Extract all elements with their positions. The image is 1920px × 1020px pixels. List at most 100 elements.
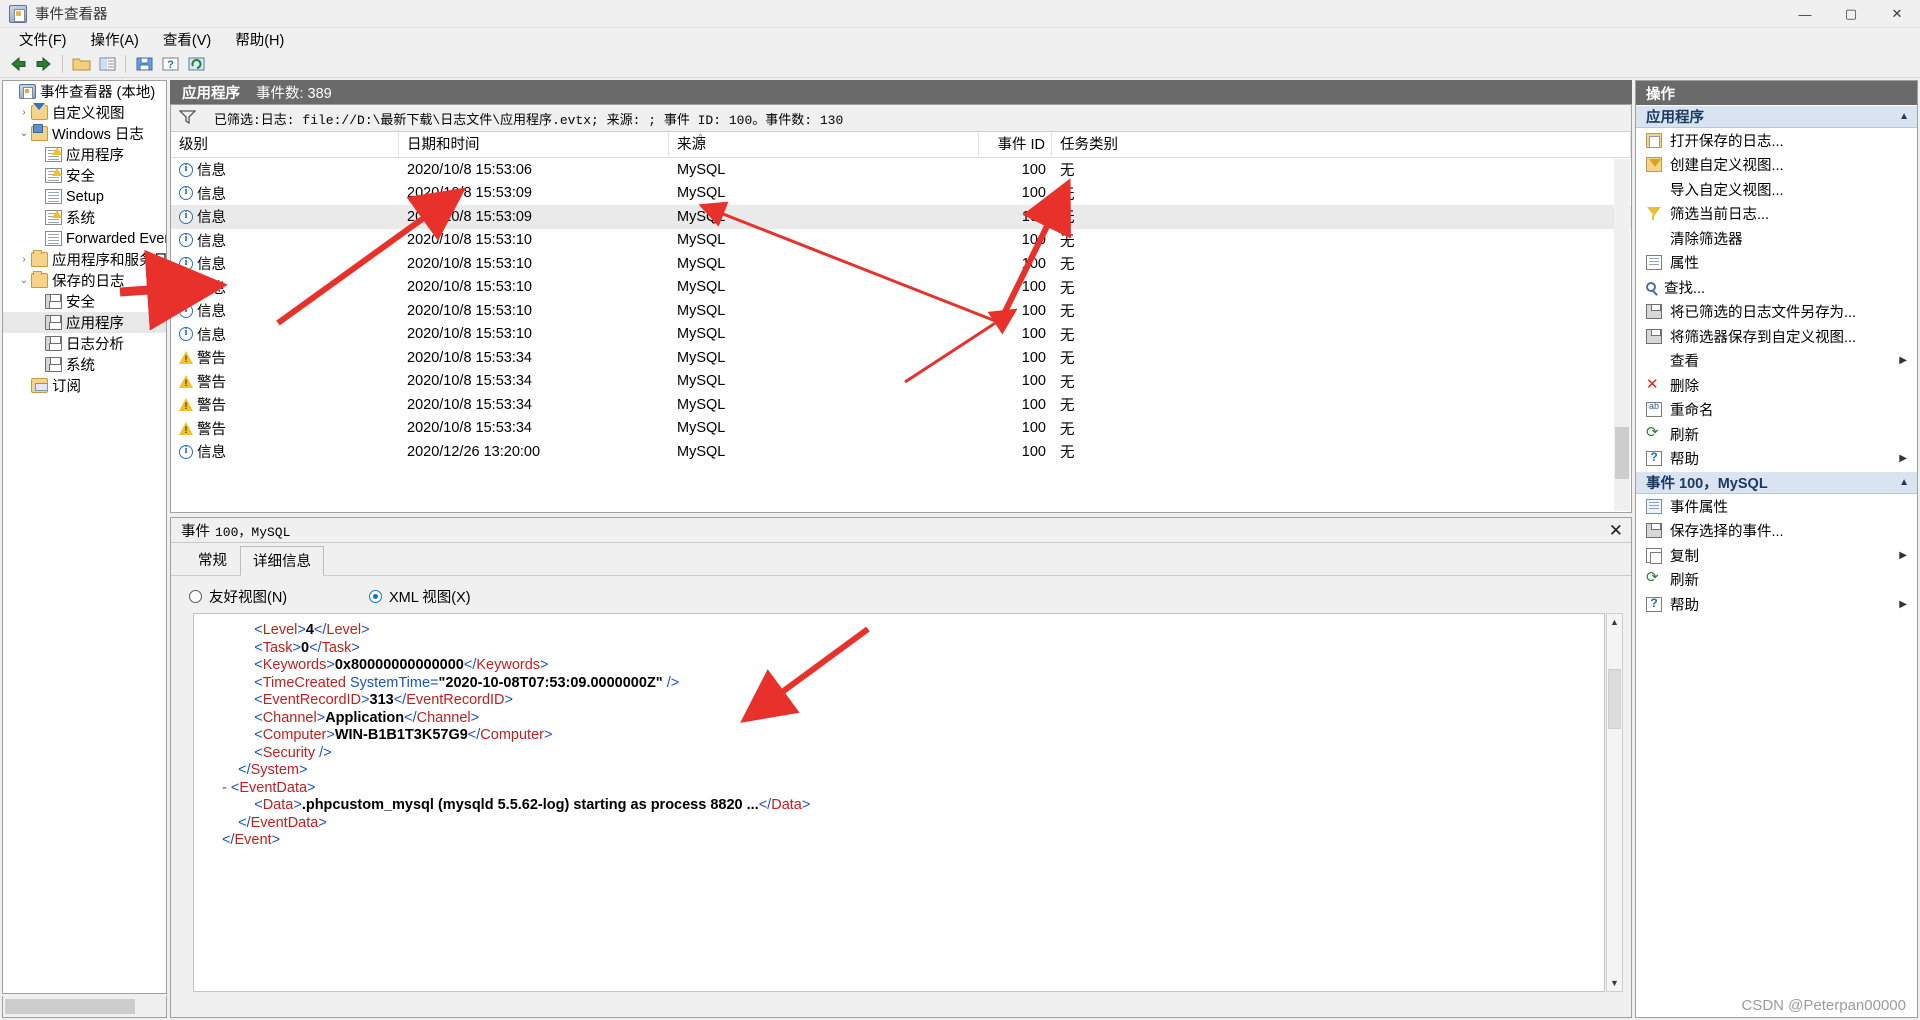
collapse-caret-icon[interactable]: ▲ bbox=[1899, 477, 1909, 488]
xml-view-box[interactable]: <Level>4</Level> <Task>0</Task> <Keyword… bbox=[193, 613, 1605, 992]
tree-item-3[interactable]: 安全 bbox=[3, 165, 166, 186]
action-item-0-0[interactable]: 打开保存的日志... bbox=[1636, 128, 1917, 153]
cell-source: MySQL bbox=[677, 302, 726, 319]
close-button[interactable]: ✕ bbox=[1874, 0, 1920, 28]
event-list-scroll-thumb[interactable] bbox=[1615, 427, 1629, 479]
column-header-task-category[interactable]: 任务类别 bbox=[1052, 131, 1631, 158]
xml-scroll-up-icon[interactable]: ▲ bbox=[1607, 614, 1622, 630]
actions-section-header-0[interactable]: 应用程序 ▲ bbox=[1636, 105, 1917, 128]
submenu-arrow-icon[interactable]: ▶ bbox=[1899, 599, 1907, 610]
table-row[interactable]: 信息 2020/10/8 15:53:09 MySQL 100 无 bbox=[171, 182, 1631, 206]
action-item-0-8[interactable]: 将筛选器保存到自定义视图... bbox=[1636, 324, 1917, 349]
tree-item-1[interactable]: ⌄ Windows 日志 bbox=[3, 123, 166, 144]
properties-icon[interactable] bbox=[95, 53, 119, 75]
column-header-level[interactable]: 级别 bbox=[171, 131, 399, 158]
action-item-0-2[interactable]: 导入自定义视图... bbox=[1636, 177, 1917, 202]
radio-friendly-view[interactable]: 友好视图(N) bbox=[189, 586, 369, 607]
menu-action[interactable]: 操作(A) bbox=[82, 27, 148, 52]
action-item-1-4[interactable]: 帮助 ▶ bbox=[1636, 592, 1917, 617]
filter-status-row[interactable]: 已筛选:日志: file://D:\最新下载\日志文件\应用程序.evtx; 来… bbox=[171, 105, 1631, 132]
tree-item-0[interactable]: › 自定义视图 bbox=[3, 102, 166, 123]
detail-close-icon[interactable]: ✕ bbox=[1609, 521, 1623, 541]
event-list-vertical-scrollbar[interactable] bbox=[1614, 159, 1630, 511]
tree-item-2[interactable]: 应用程序 bbox=[3, 144, 166, 165]
table-row[interactable]: 警告 2020/10/8 15:53:34 MySQL 100 无 bbox=[171, 346, 1631, 370]
action-item-0-11[interactable]: 重命名 bbox=[1636, 398, 1917, 423]
column-header-datetime[interactable]: 日期和时间 bbox=[399, 131, 669, 158]
action-item-0-4[interactable]: 清除筛选器 bbox=[1636, 226, 1917, 251]
tab-details[interactable]: 详细信息 bbox=[240, 546, 324, 576]
table-row[interactable]: 信息 2020/10/8 15:53:10 MySQL 100 无 bbox=[171, 276, 1631, 300]
tree-scroll-thumb[interactable] bbox=[5, 999, 135, 1014]
submenu-arrow-icon[interactable]: ▶ bbox=[1899, 550, 1907, 561]
action-item-0-9[interactable]: 查看 ▶ bbox=[1636, 349, 1917, 374]
action-item-0-3[interactable]: 筛选当前日志... bbox=[1636, 202, 1917, 227]
table-row[interactable]: 信息 2020/12/26 13:20:00 MySQL 100 无 bbox=[171, 440, 1631, 464]
tree-item-9[interactable]: 安全 bbox=[3, 291, 166, 312]
tree-horizontal-scrollbar[interactable] bbox=[2, 996, 167, 1018]
table-row[interactable]: 信息 2020/10/8 15:53:10 MySQL 100 无 bbox=[171, 252, 1631, 276]
table-row[interactable]: 警告 2020/10/8 15:53:34 MySQL 100 无 bbox=[171, 370, 1631, 394]
tree-expander-8[interactable]: ⌄ bbox=[17, 275, 31, 286]
cell-level: 警告 bbox=[197, 351, 226, 368]
collapse-caret-icon[interactable]: ▲ bbox=[1899, 111, 1909, 122]
action-item-0-13[interactable]: 帮助 ▶ bbox=[1636, 447, 1917, 472]
tree-item-8[interactable]: ⌄ 保存的日志 bbox=[3, 270, 166, 291]
table-row[interactable]: 警告 2020/10/8 15:53:34 MySQL 100 无 bbox=[171, 417, 1631, 441]
tree-item-13[interactable]: 订阅 bbox=[3, 375, 166, 396]
column-header-source[interactable]: 来源 bbox=[669, 131, 979, 158]
tab-general[interactable]: 常规 bbox=[185, 545, 240, 575]
action-item-0-12[interactable]: 刷新 bbox=[1636, 422, 1917, 447]
action-item-1-0[interactable]: 事件属性 bbox=[1636, 494, 1917, 519]
tree-expander-0[interactable]: › bbox=[17, 107, 31, 118]
tree-expander-7[interactable]: › bbox=[17, 254, 31, 265]
tree-expander-1[interactable]: ⌄ bbox=[17, 128, 31, 139]
tree-item-5[interactable]: 系统 bbox=[3, 207, 166, 228]
action-item-1-3[interactable]: 刷新 bbox=[1636, 568, 1917, 593]
tree-item-6[interactable]: Forwarded Events bbox=[3, 228, 166, 249]
open-folder-icon[interactable] bbox=[69, 53, 93, 75]
table-row[interactable]: 信息 2020/10/8 15:53:10 MySQL 100 无 bbox=[171, 323, 1631, 347]
actions-section-header-1[interactable]: 事件 100，MySQL ▲ bbox=[1636, 471, 1917, 494]
menu-help[interactable]: 帮助(H) bbox=[226, 27, 293, 52]
xml-scroll-thumb[interactable] bbox=[1608, 669, 1621, 729]
refresh-icon[interactable] bbox=[184, 53, 208, 75]
action-item-0-5[interactable]: 属性 bbox=[1636, 251, 1917, 276]
action-item-label: 创建自定义视图... bbox=[1670, 158, 1784, 175]
tree-item-12[interactable]: 系统 bbox=[3, 354, 166, 375]
table-row[interactable]: 信息 2020/10/8 15:53:10 MySQL 100 无 bbox=[171, 299, 1631, 323]
table-row[interactable]: 警告 2020/10/8 15:53:34 MySQL 100 无 bbox=[171, 393, 1631, 417]
table-row[interactable]: 信息 2020/10/8 15:53:10 MySQL 100 无 bbox=[171, 229, 1631, 253]
tree-root-event-viewer[interactable]: 事件查看器 (本地) bbox=[3, 81, 166, 102]
xml-scroll-down-icon[interactable]: ▼ bbox=[1607, 975, 1622, 991]
cell-event-id: 100 bbox=[1021, 161, 1046, 178]
radio-xml-view[interactable]: XML 视图(X) bbox=[369, 586, 471, 607]
column-header-event-id[interactable]: 事件 ID bbox=[979, 131, 1052, 158]
action-item-0-10[interactable]: 删除 bbox=[1636, 373, 1917, 398]
xml-vertical-scrollbar[interactable]: ▲ ▼ bbox=[1606, 613, 1623, 992]
action-item-0-1[interactable]: 创建自定义视图... bbox=[1636, 153, 1917, 178]
tree-item-4[interactable]: Setup bbox=[3, 186, 166, 207]
tree-item-11[interactable]: 日志分析 bbox=[3, 333, 166, 354]
minimize-button[interactable]: — bbox=[1782, 0, 1828, 28]
tree-item-7[interactable]: › 应用程序和服务日志 bbox=[3, 249, 166, 270]
help-icon[interactable]: ? bbox=[158, 53, 182, 75]
maximize-button[interactable]: ▢ bbox=[1828, 0, 1874, 28]
action-item-0-6[interactable]: 查找... bbox=[1636, 275, 1917, 300]
save-icon[interactable] bbox=[132, 53, 156, 75]
information-icon bbox=[179, 162, 193, 177]
console-tree-pane[interactable]: 事件查看器 (本地) › 自定义视图 ⌄ Windows 日志 应用程序 安全 Setup 系… bbox=[2, 80, 167, 994]
action-item-0-7[interactable]: 将已筛选的日志文件另存为... bbox=[1636, 300, 1917, 325]
action-item-1-2[interactable]: 复制 ▶ bbox=[1636, 543, 1917, 568]
tree-item-10[interactable]: 应用程序 bbox=[3, 312, 166, 333]
submenu-arrow-icon[interactable]: ▶ bbox=[1899, 355, 1907, 366]
action-item-1-1[interactable]: 保存选择的事件... bbox=[1636, 519, 1917, 544]
submenu-arrow-icon[interactable]: ▶ bbox=[1899, 453, 1907, 464]
radio-friendly-label: 友好视图(N) bbox=[209, 590, 288, 606]
back-icon[interactable] bbox=[6, 53, 30, 75]
forward-icon[interactable] bbox=[32, 53, 56, 75]
menu-view[interactable]: 查看(V) bbox=[154, 27, 220, 52]
table-row[interactable]: 信息 2020/10/8 15:53:06 MySQL 100 无 bbox=[171, 158, 1631, 182]
table-row[interactable]: 信息 2020/10/8 15:53:09 MySQL 100 无 bbox=[171, 205, 1631, 229]
menu-file[interactable]: 文件(F) bbox=[10, 27, 76, 52]
